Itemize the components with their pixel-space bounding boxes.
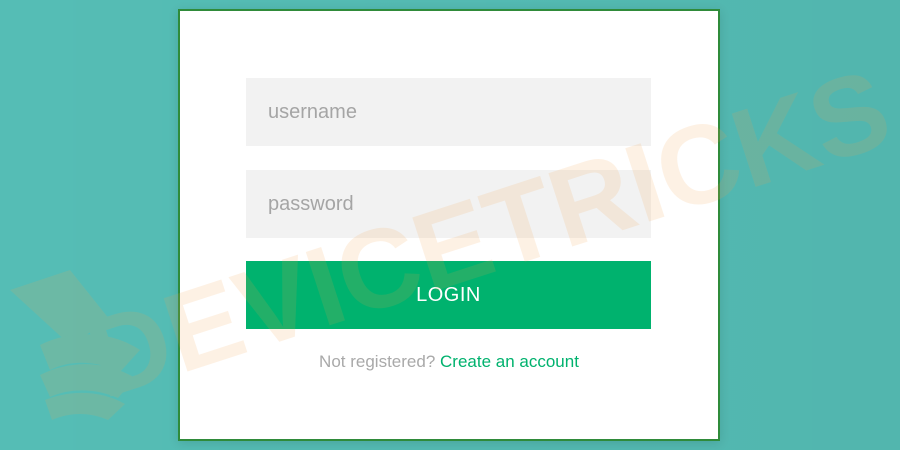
password-input[interactable] [246, 170, 651, 238]
watermark-logo-icon [10, 270, 140, 420]
create-account-link[interactable]: Create an account [440, 352, 579, 371]
register-prompt: Not registered? Create an account [178, 352, 720, 372]
login-button[interactable]: LOGIN [246, 261, 651, 329]
not-registered-text: Not registered? [319, 352, 436, 371]
username-input[interactable] [246, 78, 651, 146]
